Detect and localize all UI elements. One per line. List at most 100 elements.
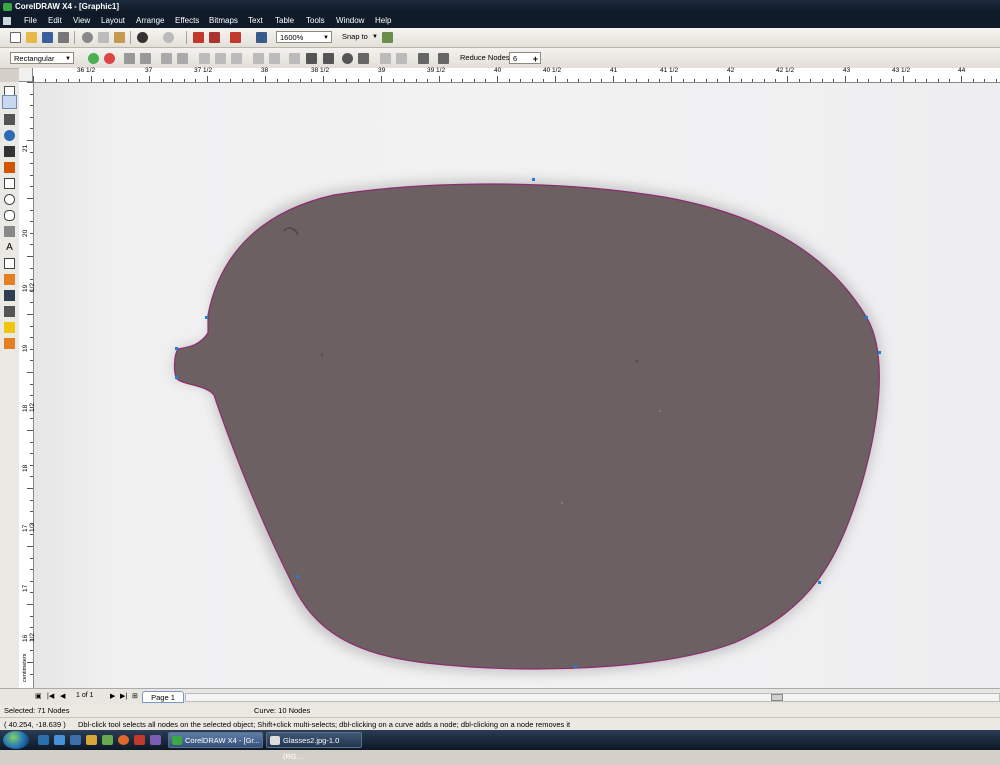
cut-icon[interactable] [82,32,93,43]
convert-to-line-icon[interactable] [161,53,172,64]
add-node-icon[interactable] [88,53,99,64]
reflect-vertical-icon[interactable] [396,53,407,64]
curve-node[interactable] [818,581,821,584]
select-all-nodes-icon[interactable] [418,53,429,64]
horizontal-scrollbar[interactable] [185,693,1000,702]
ruler-origin-corner[interactable] [19,68,33,82]
page-tab[interactable]: Page 1 [142,691,184,703]
app-icon[interactable] [102,735,113,745]
menu-text[interactable]: Text [248,14,263,28]
menu-help[interactable]: Help [375,14,391,28]
curve-node[interactable] [878,351,881,354]
start-button-icon[interactable] [3,731,29,749]
curve-node[interactable] [175,376,178,379]
new-document-icon[interactable] [10,32,21,43]
menu-file[interactable]: File [24,14,37,28]
align-nodes-icon[interactable] [358,53,369,64]
first-page-icon[interactable]: |◀ [47,692,54,700]
lens-shape[interactable] [173,183,880,670]
media-icon[interactable] [86,735,97,745]
welcome-screen-icon[interactable] [256,32,267,43]
shape-tool-icon[interactable] [2,95,17,109]
app-icon[interactable] [150,735,161,745]
last-page-icon[interactable]: ▶| [120,692,127,700]
menu-arrange[interactable]: Arrange [136,14,164,28]
break-curve-icon[interactable] [140,53,151,64]
smooth-node-icon[interactable] [215,53,226,64]
fill-tool-icon[interactable] [4,322,15,333]
text-tool-icon[interactable]: A [4,242,15,253]
selection-mode-dropdown[interactable]: Rectangular ▼ [10,52,74,64]
outline-tool-icon[interactable] [4,306,15,317]
curve-node[interactable] [865,316,868,319]
mail-icon[interactable] [70,735,81,745]
menu-view[interactable]: View [73,14,90,28]
menu-bitmaps[interactable]: Bitmaps [209,14,238,28]
paste-icon[interactable] [114,32,125,43]
reduce-nodes-spinner[interactable]: 6 + [509,52,541,64]
table-tool-icon[interactable] [4,258,15,269]
convert-to-curve-icon[interactable] [177,53,188,64]
cusp-node-icon[interactable] [199,53,210,64]
previous-page-icon[interactable]: ◀ [60,692,65,700]
copy-icon[interactable] [98,32,109,43]
menu-layout[interactable]: Layout [101,14,125,28]
basic-shapes-icon[interactable] [4,226,15,237]
reflect-horizontal-icon[interactable] [380,53,391,64]
taskbar-item-coreldraw[interactable]: CorelDRAW X4 - [Gr... [168,732,263,748]
next-page-icon[interactable]: ▶ [110,692,115,700]
firefox-icon[interactable] [118,735,129,745]
menu-edit[interactable]: Edit [48,14,62,28]
app-icon[interactable] [134,735,145,745]
document-icon[interactable] [3,17,11,25]
drawing-canvas[interactable] [34,83,1000,688]
menu-effects[interactable]: Effects [175,14,199,28]
options-icon[interactable] [382,32,393,43]
curve-node[interactable] [296,575,299,578]
zoom-tool-icon[interactable] [4,130,15,141]
reduce-nodes-icon[interactable] [438,53,449,64]
eyedropper-tool-icon[interactable] [4,290,15,301]
symmetrical-node-icon[interactable] [231,53,242,64]
horizontal-ruler[interactable]: 36 1/2 37 37 1/2 38 38 1/2 39 39 1/2 40 … [33,67,1000,83]
menu-window[interactable]: Window [336,14,364,28]
extend-curve-icon[interactable] [269,53,280,64]
reverse-direction-icon[interactable] [253,53,264,64]
join-nodes-icon[interactable] [124,53,135,64]
print-icon[interactable] [58,32,69,43]
snap-to-button[interactable]: Snap to [342,31,368,43]
import-icon[interactable] [193,32,204,43]
save-icon[interactable] [42,32,53,43]
scrollbar-thumb[interactable] [771,694,783,701]
smart-fill-tool-icon[interactable] [4,162,15,173]
redo-icon[interactable] [163,32,174,43]
add-page-icon[interactable]: ⊞ [132,692,138,700]
interactive-fill-icon[interactable] [4,338,15,349]
undo-icon[interactable] [137,32,148,43]
export-icon[interactable] [209,32,220,43]
delete-node-icon[interactable] [104,53,115,64]
open-icon[interactable] [26,32,37,43]
chevron-down-icon[interactable]: ▼ [372,31,378,43]
taskbar-item-glasses-image[interactable]: Glasses2.jpg-1.0 (RG... [266,732,362,761]
elastic-mode-icon[interactable] [342,53,353,64]
curve-node[interactable] [175,347,178,350]
curve-node[interactable] [574,665,577,668]
explorer-icon[interactable] [54,735,65,745]
zoom-levels-dropdown[interactable]: 1600% ▼ [276,31,332,43]
rectangle-tool-icon[interactable] [4,178,15,189]
rotate-nodes-icon[interactable] [323,53,334,64]
show-desktop-icon[interactable] [38,735,49,745]
curve-node[interactable] [205,316,208,319]
stretch-nodes-icon[interactable] [306,53,317,64]
crop-tool-icon[interactable] [4,114,15,125]
ellipse-tool-icon[interactable] [4,194,15,205]
interactive-blend-icon[interactable] [4,274,15,285]
application-launcher-icon[interactable] [230,32,241,43]
menu-table[interactable]: Table [275,14,294,28]
vertical-ruler[interactable]: 21 20 19 1/2 19 18 1/2 18 17 1/2 17 16 1… [19,82,36,688]
polygon-tool-icon[interactable] [4,210,15,221]
extract-subpath-icon[interactable] [289,53,300,64]
curve-node[interactable] [532,178,535,181]
menu-tools[interactable]: Tools [306,14,325,28]
